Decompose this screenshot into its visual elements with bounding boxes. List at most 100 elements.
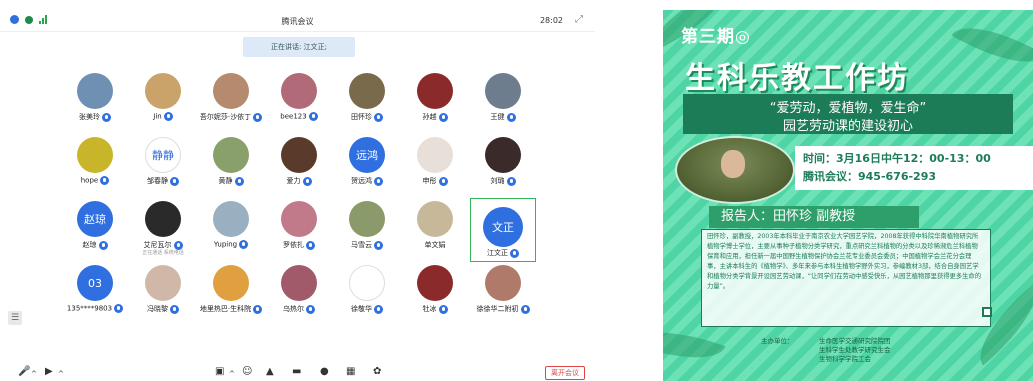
participant-avatar: 静静 bbox=[145, 137, 181, 173]
record-icon[interactable]: ● bbox=[320, 366, 329, 378]
fullscreen-icon[interactable]: ⤢ bbox=[575, 14, 583, 25]
poster-subtitle: 园艺劳动课的建设初心 bbox=[782, 119, 913, 134]
participant-name: 罗依扎 bbox=[266, 240, 332, 250]
speaking-indicator: 正在讲话: 江文正; bbox=[243, 37, 355, 57]
mic-status-icon bbox=[302, 176, 312, 186]
participant-tile[interactable]: 远鸿 贺远鸿 bbox=[334, 134, 400, 198]
participant-avatar bbox=[349, 201, 385, 237]
leaf-decoration-icon bbox=[951, 10, 1033, 81]
participant-tile[interactable]: 单文娟 bbox=[402, 198, 468, 262]
participant-tile[interactable]: 乌热尔 bbox=[266, 262, 332, 326]
participant-name: 贺远鸿 bbox=[334, 176, 400, 186]
participant-avatar bbox=[417, 201, 453, 237]
organizer-list: 生命医学交通研究院院团 生科学生处教学研究生会 生物科学学院工会 bbox=[819, 337, 891, 364]
meeting-window: 腾讯会议 28:02 ⤢ 正在讲话: 江文正; 张美玲 Jin 吾尔妮莎·沙依丁 be… bbox=[0, 0, 595, 381]
organizer-line: 生命医学交通研究院院团 bbox=[819, 337, 891, 345]
camera-off-icon[interactable]: ▶ bbox=[45, 366, 53, 378]
mic-status-icon bbox=[253, 304, 263, 314]
mic-options-chevron-icon[interactable]: ^ bbox=[31, 368, 37, 380]
participant-name: 徐徐华二附初 bbox=[470, 304, 536, 314]
participant-tile[interactable]: 吾尔妮莎·沙依丁 bbox=[198, 70, 264, 134]
participant-tile[interactable]: 03 135****9803 bbox=[62, 262, 128, 326]
participant-name: bee123 bbox=[266, 112, 332, 121]
participant-tile[interactable]: hope bbox=[62, 134, 128, 198]
participant-avatar bbox=[77, 73, 113, 109]
participant-avatar bbox=[213, 137, 249, 173]
share-options-chevron-icon[interactable]: ^ bbox=[229, 368, 235, 380]
participant-avatar bbox=[349, 265, 385, 301]
participant-tile[interactable]: 地里热巴·生科院 bbox=[198, 262, 264, 326]
participant-name: Jin bbox=[130, 112, 196, 121]
mic-status-icon bbox=[306, 240, 315, 250]
participant-tile[interactable]: bee123 bbox=[266, 70, 332, 134]
participant-tile[interactable]: 申彤 bbox=[402, 134, 468, 198]
participant-tile[interactable]: 孙越 bbox=[402, 70, 468, 134]
member-list-icon[interactable]: ☰ bbox=[8, 311, 22, 325]
mic-icon[interactable]: 🎤 bbox=[18, 366, 30, 378]
participant-tile[interactable]: 文正 江文正 bbox=[470, 198, 536, 262]
participant-avatar bbox=[213, 73, 249, 109]
participant-tile[interactable]: 赵琼 赵琼 bbox=[62, 198, 128, 262]
participant-tile[interactable]: 马雪云 bbox=[334, 198, 400, 262]
participant-name: 赵琼 bbox=[62, 240, 128, 250]
participant-name: 孙越 bbox=[402, 112, 468, 122]
event-time: 时间：3月16日中午12：00-13：00 bbox=[803, 152, 991, 165]
participant-name: 单文娟 bbox=[424, 241, 446, 249]
participant-tile[interactable]: 黄静 bbox=[198, 134, 264, 198]
participant-avatar bbox=[213, 265, 249, 301]
participant-avatar: 赵琼 bbox=[77, 201, 113, 237]
participant-tile[interactable]: 爱力 bbox=[266, 134, 332, 198]
mic-status-icon bbox=[438, 176, 448, 186]
participant-tile[interactable]: 冯晓黎 bbox=[130, 262, 196, 326]
participant-avatar bbox=[145, 201, 181, 237]
chat-icon[interactable]: ▬ bbox=[292, 366, 301, 378]
participant-name: 田怀珍 bbox=[334, 112, 400, 122]
organizer-label: 主办单位： bbox=[761, 337, 794, 345]
participant-avatar bbox=[281, 73, 317, 109]
participant-tile[interactable]: Jin bbox=[130, 70, 196, 134]
participant-avatar: 03 bbox=[77, 265, 113, 301]
mic-status-icon bbox=[510, 248, 519, 258]
participant-tile[interactable]: 王健 bbox=[470, 70, 536, 134]
participant-tile[interactable]: 徐敬华 bbox=[334, 262, 400, 326]
participant-tile[interactable]: 牡冰 bbox=[402, 262, 468, 326]
participant-tile[interactable]: 张美玲 bbox=[62, 70, 128, 134]
participant-tile[interactable]: 罗依扎 bbox=[266, 198, 332, 262]
participant-name: 地里热巴·生科院 bbox=[198, 304, 264, 314]
apps-icon[interactable]: ▦ bbox=[346, 366, 355, 378]
participant-name: 乌热尔 bbox=[266, 304, 332, 314]
members-icon[interactable]: ▲ bbox=[266, 366, 274, 378]
participant-name: 牡冰 bbox=[402, 304, 468, 314]
participant-avatar bbox=[77, 137, 113, 173]
settings-gear-icon[interactable]: ✿ bbox=[373, 366, 381, 378]
leave-meeting-button[interactable]: 离开会议 bbox=[545, 366, 585, 380]
corner-square-icon bbox=[982, 307, 992, 317]
participant-name: 王健 bbox=[470, 112, 536, 122]
participant-name: 邹春静 bbox=[130, 176, 196, 186]
speaker-label: 报告人：田怀珍 副教授 bbox=[709, 206, 919, 228]
mic-status-icon bbox=[253, 112, 263, 122]
mic-status-icon bbox=[163, 112, 173, 121]
participant-tile[interactable]: 艾尼瓦尔 正在通话 系统电话 bbox=[130, 198, 196, 262]
participant-name: 徐敬华 bbox=[334, 304, 400, 314]
participant-name: 申彤 bbox=[402, 176, 468, 186]
title-bar: 腾讯会议 28:02 ⤢ bbox=[0, 10, 595, 32]
participant-avatar bbox=[281, 265, 317, 301]
participant-tile[interactable]: 徐徐华二附初 bbox=[470, 262, 536, 326]
participant-avatar bbox=[145, 265, 181, 301]
participant-tile[interactable]: 田怀珍 bbox=[334, 70, 400, 134]
share-screen-icon[interactable]: ▣ bbox=[215, 366, 224, 378]
participant-name: 135****9803 bbox=[62, 304, 128, 313]
participant-name: 刘璐 bbox=[470, 176, 536, 186]
mic-status-icon bbox=[100, 176, 110, 185]
camera-options-chevron-icon[interactable]: ^ bbox=[58, 368, 64, 380]
mic-status-icon bbox=[520, 304, 530, 314]
poster-slogan: “爱劳动，爱植物，爱生命” bbox=[769, 101, 927, 116]
participant-name: 吾尔妮莎·沙依丁 bbox=[198, 112, 264, 122]
invite-icon[interactable]: ☺ bbox=[242, 366, 252, 378]
participant-tile[interactable]: 静静 邹春静 bbox=[130, 134, 196, 198]
participant-avatar bbox=[281, 201, 317, 237]
participant-tile[interactable]: 刘璐 bbox=[470, 134, 536, 198]
participant-tile[interactable]: Yuping bbox=[198, 198, 264, 262]
mic-status-icon bbox=[374, 112, 383, 122]
